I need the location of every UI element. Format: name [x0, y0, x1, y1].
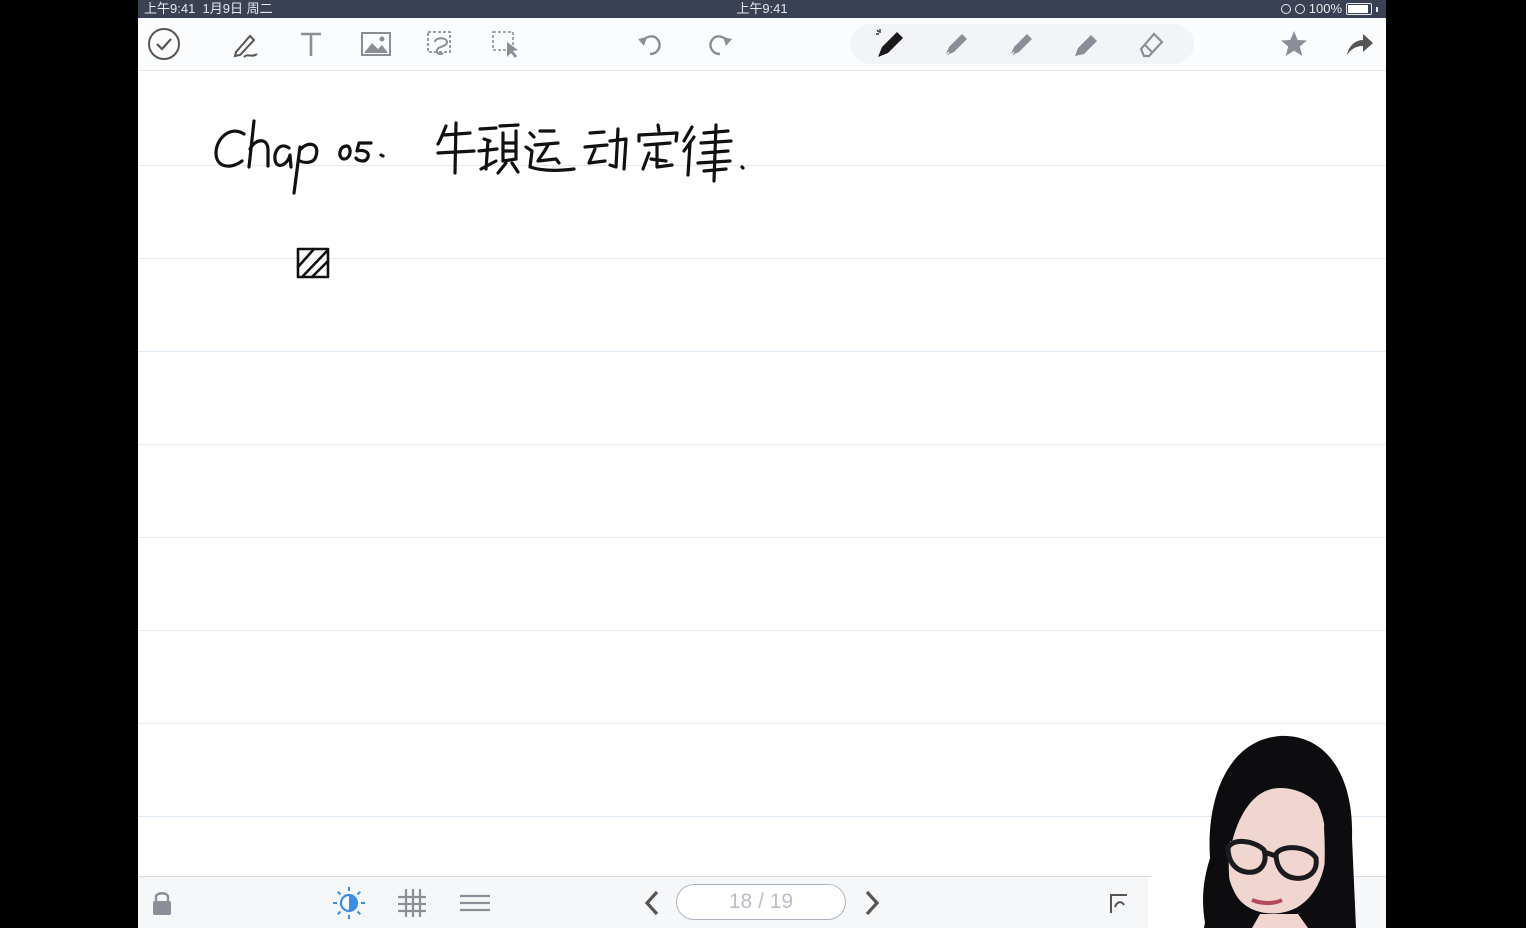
- lasso-tool-icon[interactable]: [423, 26, 459, 62]
- pen-2-icon[interactable]: [938, 26, 974, 62]
- page-indicator[interactable]: 18 / 19: [676, 884, 846, 920]
- undo-icon[interactable]: [632, 26, 668, 62]
- pen-active-icon[interactable]: [872, 26, 908, 62]
- battery-percent: 100%: [1308, 1, 1342, 16]
- do-not-disturb-icon: [1294, 4, 1305, 14]
- prev-page-chevron-icon[interactable]: [634, 885, 670, 921]
- toolbar: [138, 18, 1386, 71]
- battery-icon: [1346, 3, 1372, 15]
- share-icon[interactable]: [1341, 26, 1377, 62]
- lock-icon[interactable]: [144, 885, 180, 921]
- expand-icon[interactable]: [1104, 885, 1140, 921]
- redo-icon[interactable]: [702, 26, 738, 62]
- title-latin-strokes: [214, 119, 385, 195]
- rotation-lock-icon: [1280, 4, 1291, 14]
- pen-tool-icon[interactable]: [228, 26, 264, 62]
- grid-icon[interactable]: [394, 885, 430, 921]
- favorite-star-icon[interactable]: [1276, 26, 1312, 62]
- webcam-overlay: [1148, 735, 1356, 928]
- eraser-icon[interactable]: [1133, 26, 1169, 62]
- next-page-chevron-icon[interactable]: [854, 885, 890, 921]
- pen-3-icon[interactable]: [1003, 26, 1039, 62]
- battery-fill: [1348, 5, 1368, 13]
- status-time-center: 上午9:41: [736, 1, 788, 16]
- hatched-square-strokes: [296, 247, 330, 279]
- text-tool-icon[interactable]: [293, 26, 329, 62]
- title-chinese-strokes: [436, 121, 745, 183]
- highlighter-icon[interactable]: [1068, 26, 1104, 62]
- ipad-screen: 上午9:41 1月9日 周二 上午9:41 100% 18 / 19: [138, 0, 1386, 928]
- battery-tip: [1376, 6, 1378, 12]
- select-tool-icon[interactable]: [488, 26, 524, 62]
- status-bar: 上午9:41 1月9日 周二 上午9:41 100%: [138, 0, 1386, 18]
- status-right: 100%: [1280, 0, 1378, 18]
- lines-icon[interactable]: [457, 885, 493, 921]
- brightness-icon[interactable]: [331, 885, 367, 921]
- image-tool-icon[interactable]: [358, 26, 394, 62]
- done-check-icon[interactable]: [146, 26, 182, 62]
